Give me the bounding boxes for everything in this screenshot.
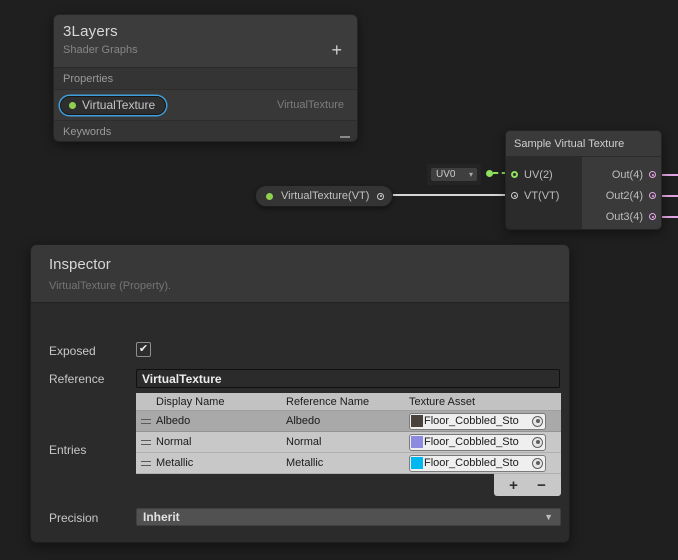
vt-output-port-icon[interactable]: [377, 193, 384, 200]
add-entry-button[interactable]: +: [505, 478, 522, 493]
object-picker-icon[interactable]: [532, 458, 543, 469]
column-reference-name: Reference Name: [286, 396, 409, 408]
drag-handle-icon[interactable]: [141, 440, 151, 445]
entries-table-header: Display Name Reference Name Texture Asse…: [136, 393, 561, 411]
checkmark-icon: ✔: [139, 344, 148, 355]
entry-row-albedo[interactable]: Albedo Albedo Floor_Cobbled_Sto: [136, 411, 561, 432]
chevron-down-icon: ▼: [544, 513, 553, 522]
property-color-dot-icon: [266, 193, 273, 200]
entry-display-name: Normal: [156, 436, 286, 448]
exposed-label: Exposed: [49, 344, 96, 358]
texture-thumbnail: [411, 457, 423, 469]
output-row-out3: Out3(4): [582, 206, 661, 227]
texture-thumbnail: [411, 415, 423, 427]
texture-asset-name: Floor_Cobbled_Sto: [424, 457, 531, 469]
keywords-section-header[interactable]: Keywords: [54, 121, 357, 142]
texture-asset-name: Floor_Cobbled_Sto: [424, 415, 531, 427]
edge-virtualtexture-to-vt[interactable]: [384, 194, 510, 196]
output-row-out: Out(4): [582, 164, 661, 185]
exposed-checkbox[interactable]: ✔: [136, 342, 151, 357]
texture-thumbnail: [411, 436, 423, 448]
entries-table-footer: + −: [494, 474, 561, 496]
uv-channel-widget: UV0 ▾: [427, 164, 481, 185]
reference-label: Reference: [49, 372, 104, 386]
texture-asset-name: Floor_Cobbled_Sto: [424, 436, 531, 448]
entry-row-metallic[interactable]: Metallic Metallic Floor_Cobbled_Sto: [136, 453, 561, 474]
out-port-icon[interactable]: [649, 171, 656, 178]
property-type-label: VirtualTexture: [277, 99, 344, 111]
keywords-section-label: Keywords: [63, 126, 111, 138]
entries-label: Entries: [49, 443, 86, 457]
property-color-dot-icon: [69, 102, 76, 109]
entry-reference-name: Albedo: [286, 415, 409, 427]
precision-label: Precision: [49, 511, 98, 525]
out2-label: Out2(4): [606, 190, 643, 202]
out3-label: Out3(4): [606, 211, 643, 223]
property-pill-virtualtexture[interactable]: VirtualTexture: [60, 96, 166, 115]
out2-port-icon[interactable]: [649, 192, 656, 199]
graph-title: 3Layers: [63, 23, 347, 40]
chevron-down-icon: ▾: [469, 171, 473, 179]
entry-reference-name: Normal: [286, 436, 409, 448]
property-pill-label: VirtualTexture: [82, 98, 155, 112]
sample-virtual-texture-node[interactable]: Sample Virtual Texture UV(2) VT(VT) Out(…: [505, 130, 662, 230]
node-title: Sample Virtual Texture: [506, 131, 661, 157]
uv-default-dot-icon: [486, 170, 493, 177]
texture-asset-field-albedo[interactable]: Floor_Cobbled_Sto: [409, 413, 546, 430]
vt-input-port-icon[interactable]: [511, 192, 518, 199]
reference-input[interactable]: [136, 369, 560, 388]
vt-input-label: VT(VT): [524, 190, 559, 202]
object-picker-icon[interactable]: [532, 416, 543, 427]
column-display-name: Display Name: [156, 396, 286, 408]
properties-section-header[interactable]: Properties: [54, 68, 357, 90]
graph-subtitle: Shader Graphs: [63, 44, 347, 56]
uv-channel-dropdown[interactable]: UV0 ▾: [431, 168, 477, 181]
blackboard-header: 3Layers Shader Graphs +: [54, 15, 357, 68]
precision-dropdown[interactable]: Inherit ▼: [136, 508, 561, 526]
entry-row-normal[interactable]: Normal Normal Floor_Cobbled_Sto: [136, 432, 561, 453]
blackboard-panel[interactable]: 3Layers Shader Graphs + Properties Virtu…: [53, 14, 358, 142]
texture-asset-field-normal[interactable]: Floor_Cobbled_Sto: [409, 434, 546, 451]
inspector-header: Inspector VirtualTexture (Property).: [31, 245, 569, 303]
column-texture-asset: Texture Asset: [409, 396, 475, 408]
shader-graph-window: 3Layers Shader Graphs + Properties Virtu…: [0, 0, 678, 560]
property-node-label: VirtualTexture(VT): [281, 190, 369, 202]
entry-reference-name: Metallic: [286, 457, 409, 469]
inspector-subtitle: VirtualTexture (Property).: [49, 280, 569, 292]
object-picker-icon[interactable]: [532, 437, 543, 448]
entry-display-name: Metallic: [156, 457, 286, 469]
node-input-column: UV(2) VT(VT): [506, 157, 582, 230]
drag-handle-icon[interactable]: [141, 419, 151, 424]
entry-display-name: Albedo: [156, 415, 286, 427]
input-row-vt: VT(VT): [506, 185, 582, 206]
property-row-virtualtexture: VirtualTexture VirtualTexture: [54, 90, 357, 121]
uv-input-label: UV(2): [524, 169, 553, 181]
out3-port-icon[interactable]: [649, 213, 656, 220]
texture-asset-field-metallic[interactable]: Floor_Cobbled_Sto: [409, 455, 546, 472]
properties-section-label: Properties: [63, 73, 113, 85]
output-row-out2: Out2(4): [582, 185, 661, 206]
uv-input-port-icon[interactable]: [511, 171, 518, 178]
remove-entry-button[interactable]: −: [533, 478, 550, 493]
uv-channel-value: UV0: [436, 169, 455, 180]
node-output-column: Out(4) Out2(4) Out3(4): [582, 157, 661, 230]
entries-table: Display Name Reference Name Texture Asse…: [136, 393, 561, 496]
drag-handle-icon[interactable]: [141, 461, 151, 466]
precision-value: Inherit: [143, 510, 180, 524]
node-body: UV(2) VT(VT) Out(4) Out2(4) Out3(4): [506, 157, 661, 230]
inspector-title: Inspector: [49, 256, 569, 273]
add-property-button[interactable]: +: [331, 41, 342, 59]
input-row-uv: UV(2): [506, 164, 582, 185]
virtualtexture-property-node[interactable]: VirtualTexture(VT): [255, 185, 393, 207]
blackboard-resize-handle[interactable]: [340, 136, 350, 138]
inspector-panel: Inspector VirtualTexture (Property). Exp…: [30, 244, 570, 543]
out-label: Out(4): [612, 169, 643, 181]
